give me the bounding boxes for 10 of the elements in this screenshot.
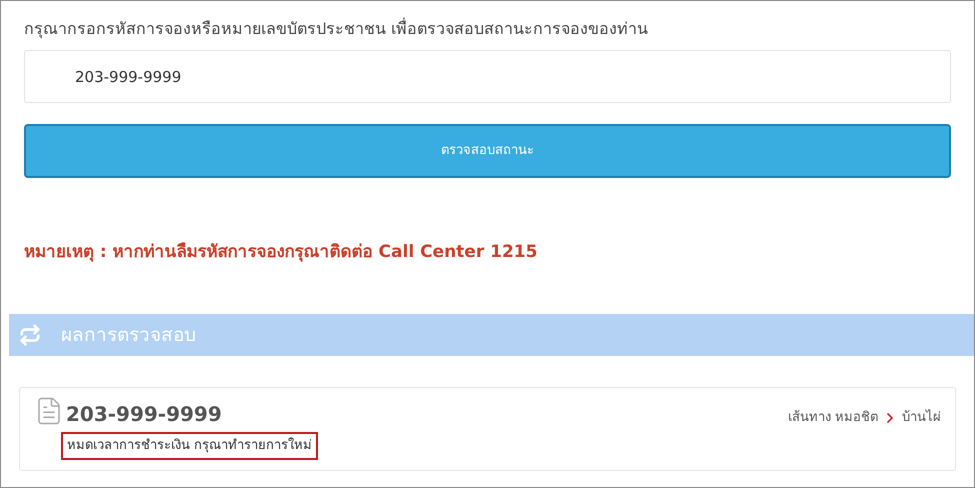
instruction-text: กรุณากรอกรหัสการจองหรือหมายเลขบัตรประชาชน เพื่อตรวจสอบสถานะการจองของท่าน xyxy=(24,17,650,40)
repeat-icon xyxy=(19,324,41,346)
route-destination: บ้านไผ่ xyxy=(902,408,941,428)
booking-code-field[interactable]: 203-999-9999 xyxy=(24,50,951,103)
status-message: หมดเวลาการชำระเงิน กรุณาทำรายการใหม่ xyxy=(61,432,318,460)
note-text: หมายเหตุ : หากท่านลืมรหัสการจองกรุณาติดต่อ Call Center 1215 xyxy=(24,241,538,264)
booking-code: 203-999-9999 xyxy=(66,402,223,426)
route-origin: หมอชิต xyxy=(835,409,878,428)
route-label: เส้นทาง xyxy=(788,409,831,428)
results-title: ผลการตรวจสอบ xyxy=(61,322,196,348)
